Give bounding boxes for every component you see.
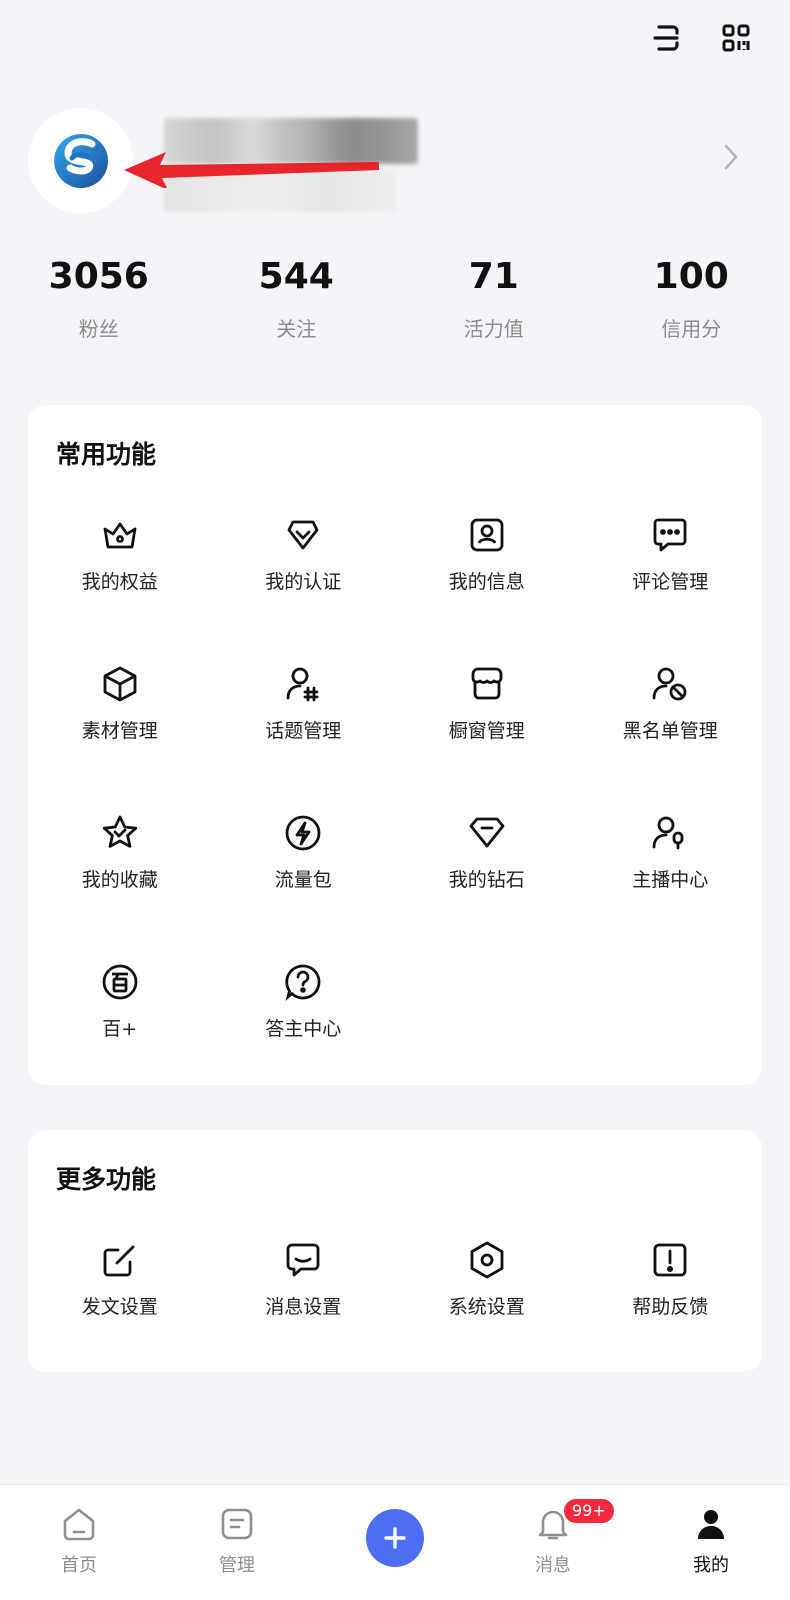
menu-item-label: 黑名单管理 (622, 720, 718, 742)
stat-following[interactable]: 544 关注 (198, 255, 396, 342)
comment-icon (648, 513, 692, 557)
menu-item-label: 主播中心 (632, 869, 709, 891)
topic-icon (281, 662, 325, 706)
profile-header[interactable] (28, 108, 768, 213)
user-icon (690, 1503, 732, 1545)
stat-fans[interactable]: 3056 粉丝 (0, 255, 198, 342)
menu-item-label: 橱窗管理 (448, 720, 525, 742)
section-title: 更多功能 (56, 1165, 157, 1194)
tab-label: 消息 (535, 1555, 571, 1576)
add-icon (384, 1527, 406, 1549)
menu-item-bai-plus[interactable]: 百+ (28, 952, 212, 1101)
menu-item-label: 发文设置 (81, 1296, 158, 1318)
red-arrow-annotation (124, 152, 379, 188)
star-icon (98, 811, 142, 855)
menu-item-my-info[interactable]: 我的信息 (395, 505, 579, 654)
tab-manage[interactable]: 管理 (158, 1485, 316, 1600)
menu-item-label: 流量包 (274, 869, 332, 891)
message-icon (281, 1238, 325, 1282)
chevron-right-icon[interactable] (722, 142, 740, 176)
tab-home[interactable]: 首页 (0, 1485, 158, 1600)
menu-item-message-settings[interactable]: 消息设置 (212, 1230, 396, 1379)
add-button[interactable] (366, 1509, 424, 1567)
menu-item-label: 百+ (102, 1018, 138, 1040)
menu-item-label: 我的钻石 (448, 869, 525, 891)
menu-item-label: 答主中心 (265, 1018, 342, 1040)
stat-label: 关注 (276, 317, 317, 341)
stat-credit[interactable]: 100 信用分 (593, 255, 790, 342)
menu-item-certification[interactable]: 我的认证 (212, 505, 396, 654)
badge-check-icon (281, 513, 325, 557)
tab-mine[interactable]: 我的 (632, 1485, 790, 1600)
menu-item-showcase[interactable]: 橱窗管理 (395, 654, 579, 803)
common-functions-card: 常用功能 我的权益 我的认证 我的信息 评论管理 素材管理 话题管理 橱窗管理 … (28, 405, 762, 1085)
menu-item-label: 我的收藏 (81, 869, 158, 891)
more-functions-card: 更多功能 发文设置 消息设置 系统设置 帮助反馈 (28, 1130, 762, 1372)
notification-badge: 99+ (562, 1497, 616, 1525)
menu-item-diamonds[interactable]: 我的钻石 (395, 803, 579, 952)
menu-item-traffic-pack[interactable]: 流量包 (212, 803, 396, 952)
feedback-icon (648, 1238, 692, 1282)
settings-icon (465, 1238, 509, 1282)
menu-item-benefits[interactable]: 我的权益 (28, 505, 212, 654)
menu-item-label: 我的信息 (448, 571, 525, 593)
top-bar (646, 18, 756, 58)
cube-icon (98, 662, 142, 706)
menu-item-comments[interactable]: 评论管理 (579, 505, 763, 654)
home-icon (58, 1503, 100, 1545)
stat-label: 粉丝 (78, 317, 119, 341)
store-icon (465, 662, 509, 706)
menu-item-blacklist[interactable]: 黑名单管理 (579, 654, 763, 803)
stat-value: 100 (653, 256, 729, 297)
question-icon (281, 960, 325, 1004)
tab-label: 首页 (61, 1555, 97, 1576)
stat-label: 活力值 (463, 317, 524, 341)
stat-label: 信用分 (661, 317, 722, 341)
stat-value: 71 (468, 256, 519, 297)
manage-icon (216, 1503, 258, 1545)
menu-item-label: 素材管理 (81, 720, 158, 742)
more-functions-grid: 发文设置 消息设置 系统设置 帮助反馈 (28, 1230, 762, 1379)
common-functions-grid: 我的权益 我的认证 我的信息 评论管理 素材管理 话题管理 橱窗管理 黑名单管理… (28, 505, 762, 1101)
anchor-icon (648, 811, 692, 855)
menu-item-label: 消息设置 (265, 1296, 342, 1318)
stat-vitality[interactable]: 71 活力值 (395, 255, 593, 342)
menu-item-materials[interactable]: 素材管理 (28, 654, 212, 803)
bottom-tab-bar: 首页 管理 99+ 消息 我的 (0, 1484, 790, 1600)
section-title: 常用功能 (56, 440, 157, 469)
diamond-icon (465, 811, 509, 855)
menu-item-favorites[interactable]: 我的收藏 (28, 803, 212, 952)
menu-item-help-feedback[interactable]: 帮助反馈 (579, 1230, 763, 1379)
tab-label: 管理 (219, 1555, 255, 1576)
menu-item-label: 话题管理 (265, 720, 342, 742)
menu-item-answerer-center[interactable]: 答主中心 (212, 952, 396, 1101)
app-logo (53, 133, 108, 188)
menu-item-label: 我的权益 (81, 571, 158, 593)
menu-item-anchor-center[interactable]: 主播中心 (579, 803, 763, 952)
tab-messages[interactable]: 99+ 消息 (474, 1485, 632, 1600)
qrcode-icon[interactable] (716, 18, 756, 58)
stat-value: 544 (258, 256, 334, 297)
menu-item-label: 帮助反馈 (632, 1296, 709, 1318)
avatar[interactable] (28, 108, 133, 213)
menu-item-system-settings[interactable]: 系统设置 (395, 1230, 579, 1379)
block-user-icon (648, 662, 692, 706)
scan-icon[interactable] (646, 18, 686, 58)
menu-item-label: 我的认证 (265, 571, 342, 593)
stats-row: 3056 粉丝 544 关注 71 活力值 100 信用分 (0, 255, 790, 342)
menu-item-topics[interactable]: 话题管理 (212, 654, 396, 803)
tab-add[interactable] (316, 1485, 474, 1600)
tab-label: 我的 (693, 1555, 729, 1576)
stat-value: 3056 (48, 256, 149, 297)
menu-item-post-settings[interactable]: 发文设置 (28, 1230, 212, 1379)
lightning-icon (281, 811, 325, 855)
profile-card-icon (465, 513, 509, 557)
crown-icon (98, 513, 142, 557)
edit-icon (98, 1238, 142, 1282)
menu-item-label: 系统设置 (448, 1296, 525, 1318)
bai-plus-icon (98, 960, 142, 1004)
menu-item-label: 评论管理 (632, 571, 709, 593)
